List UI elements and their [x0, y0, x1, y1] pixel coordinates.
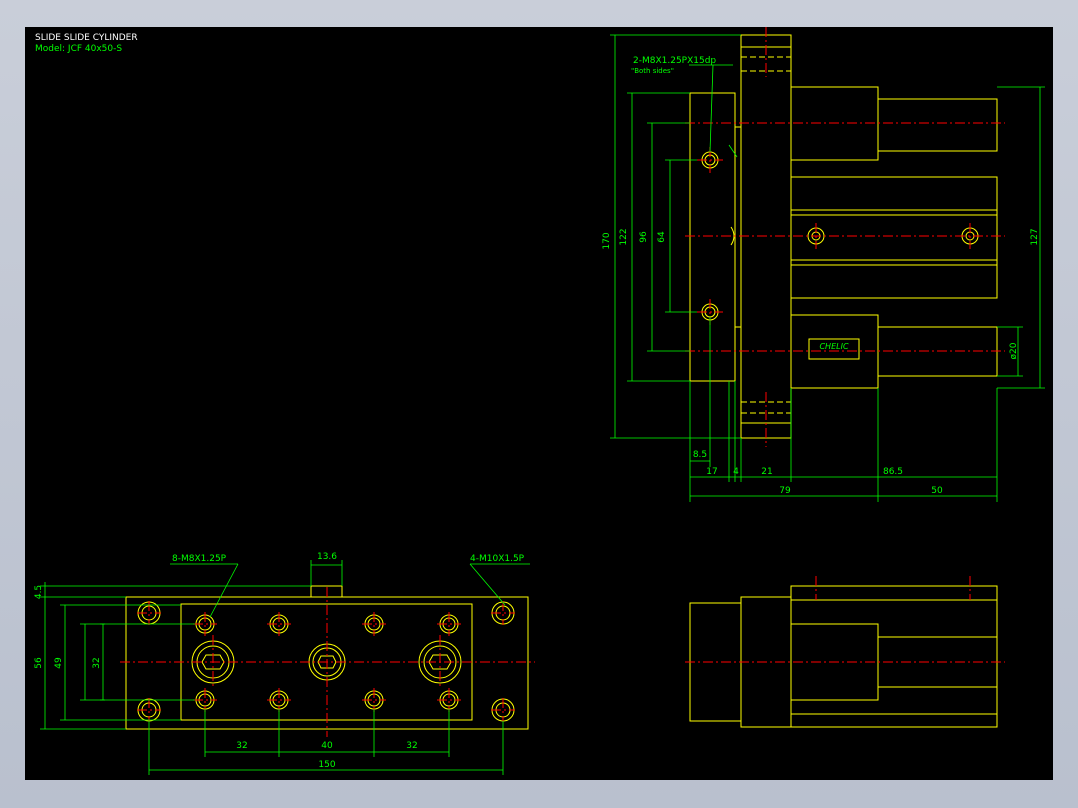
dim-150: 150 [318, 760, 335, 770]
plan-view: 8-M8X1.25P 4-M10X1.5P 13.6 4.5 56 49 32 … [34, 552, 535, 775]
dim-8-5: 8.5 [693, 450, 707, 460]
side-view: 170 122 96 64 127 ø20 8.5 17 4 21 86.5 7… [602, 27, 1045, 502]
dim-86-5: 86.5 [883, 467, 903, 477]
dim-122: 122 [619, 228, 629, 245]
callout-4-m10: 4-M10X1.5P [470, 554, 525, 564]
dim-32-left: 32 [236, 741, 247, 751]
dim-4: 4 [733, 467, 739, 477]
side-view-dimension-lines [610, 34, 1045, 502]
dim-79: 79 [779, 486, 791, 496]
dim-32-vertical: 32 [92, 657, 102, 668]
side-view-centerlines [685, 27, 1005, 447]
plan-view-dimension-lines [40, 560, 530, 775]
cad-drawing-canvas[interactable]: SLIDE SLIDE CYLINDER Model: JCF 40x50-S [25, 27, 1053, 780]
dim-32-right: 32 [406, 741, 417, 751]
dim-4-5: 4.5 [34, 585, 44, 599]
dim-64: 64 [657, 231, 667, 243]
dim-49: 49 [54, 657, 64, 669]
side-view-hidden-lines [741, 56, 791, 414]
drawing-svg: 170 122 96 64 127 ø20 8.5 17 4 21 86.5 7… [34, 27, 1045, 775]
brand-plate: CHELIC [819, 342, 848, 351]
dim-127: 127 [1030, 228, 1040, 245]
dim-56: 56 [34, 657, 44, 669]
callout-8-m8: 8-M8X1.25P [172, 554, 227, 564]
side-view-dimension-text: 170 122 96 64 127 ø20 8.5 17 4 21 86.5 7… [602, 56, 1040, 496]
dim-21: 21 [761, 467, 772, 477]
plan-view-centerlines [120, 587, 535, 737]
dim-13-6: 13.6 [317, 552, 337, 562]
end-view [685, 576, 1005, 728]
end-view-outline [689, 585, 998, 728]
dim-96: 96 [639, 231, 649, 243]
end-view-centerlines [685, 576, 1005, 663]
callout-m8-side: 2-M8X1.25PX15dp [633, 56, 716, 66]
dim-phi20: ø20 [1009, 342, 1019, 359]
dim-40: 40 [321, 741, 333, 751]
callout-both-sides: "Both sides" [631, 67, 674, 75]
dim-17: 17 [706, 467, 717, 477]
dim-170: 170 [602, 232, 612, 249]
dim-50: 50 [931, 486, 943, 496]
